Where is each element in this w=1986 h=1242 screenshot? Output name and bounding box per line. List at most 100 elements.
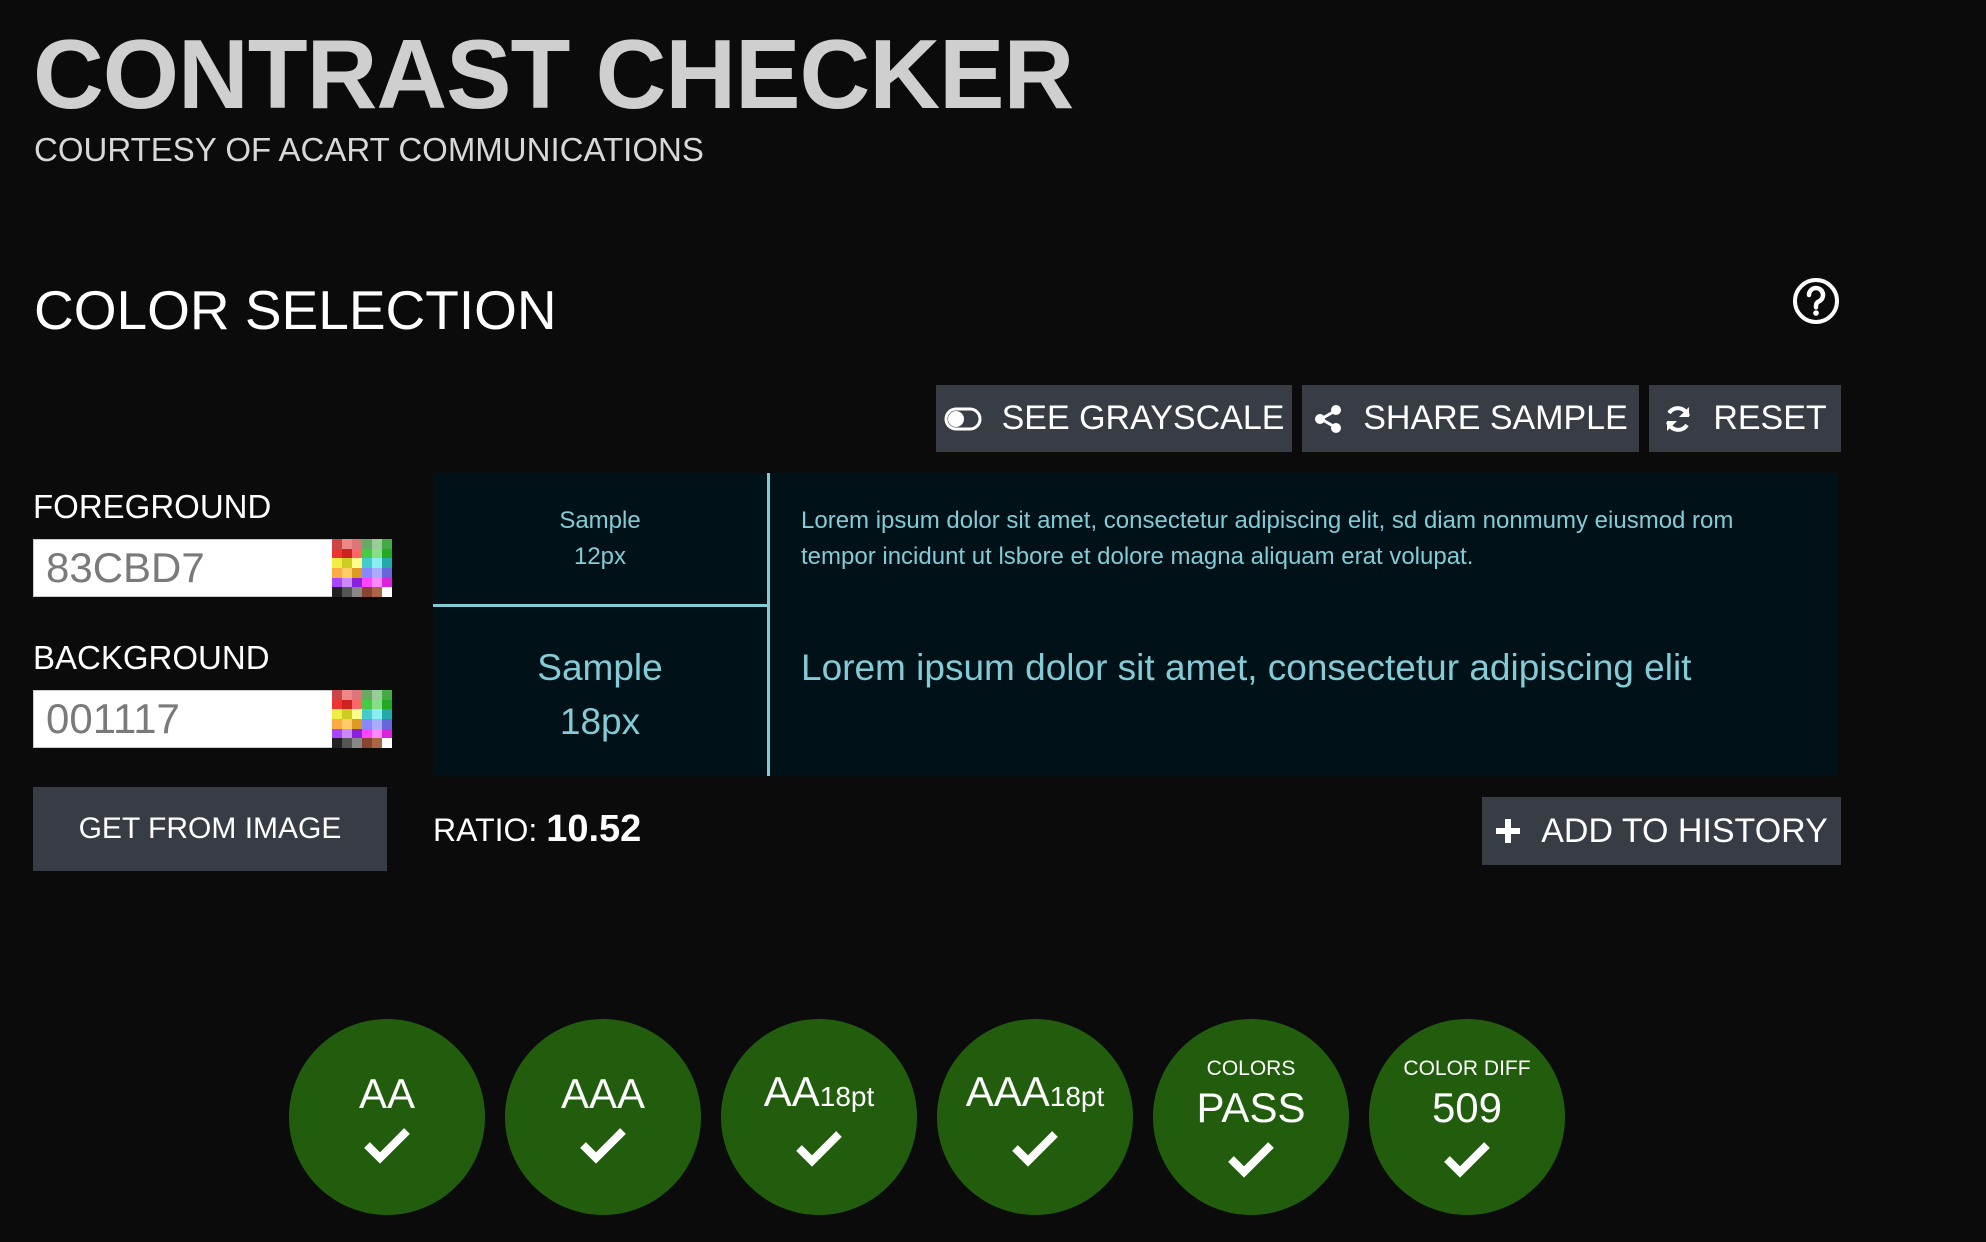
result-aaa-label: AAA [560,1070,646,1117]
palette-swatch [332,587,342,597]
palette-swatch [342,558,352,568]
reset-button[interactable]: RESET [1649,385,1841,452]
contrast-ratio: RATIO: 10.52 [433,808,641,851]
palette-swatch [362,699,372,710]
sample-18px-text: Lorem ipsum dolor sit amet, consectetur … [801,647,1692,688]
question-circle-icon[interactable] [1792,277,1840,325]
background-input[interactable] [33,690,333,748]
palette-swatch [382,548,392,559]
sample-12px-label: Sample 12px [559,507,641,570]
check-icon [580,1128,626,1164]
ratio-value: 10.52 [546,808,642,850]
background-label: BACKGROUND [33,639,270,676]
share-icon [1315,404,1342,433]
palette-swatch [332,690,342,700]
palette-swatch [332,709,342,719]
palette-swatch [352,539,362,549]
palette-swatch [342,719,352,729]
result-colors-label: PASS [1196,1084,1306,1131]
preview-horizontal-divider [433,604,767,607]
palette-swatch [342,548,352,559]
palette-swatch [372,709,382,719]
page-title: CONTRAST CHECKER [33,19,1074,129]
share-sample-button[interactable]: SHARE SAMPLE [1302,385,1639,452]
palette-swatch [352,577,362,588]
palette-swatch [382,709,392,719]
palette-swatch [382,690,392,700]
palette-swatch [332,548,342,559]
palette-swatch [352,587,362,597]
palette-swatch [342,690,352,700]
palette-swatch [342,728,352,739]
ratio-label: RATIO: [433,812,538,848]
result-aa-18pt-label: AA18pt [763,1067,875,1115]
palette-swatch [332,568,342,578]
palette-swatch [372,558,382,568]
palette-swatch [382,719,392,729]
palette-swatch [382,699,392,710]
foreground-label: FOREGROUND [33,488,272,525]
result-colors: COLORS PASS [1153,1019,1349,1215]
check-icon [1012,1130,1058,1167]
palette-swatch [382,587,392,597]
result-aa-label: AA [358,1070,416,1117]
palette-swatch [382,558,392,568]
palette-swatch [332,558,342,568]
palette-swatch [352,548,362,559]
result-aaa: AAA [505,1019,701,1215]
palette-swatch [382,728,392,739]
result-colors-caption: COLORS [1206,1057,1296,1080]
see-grayscale-button[interactable]: SEE GRAYSCALE [936,385,1292,452]
palette-swatch [362,548,372,559]
add-to-history-label: ADD TO HISTORY [1541,811,1828,850]
sample-18px-label: Sample 18px [537,647,663,742]
palette-swatch [362,558,372,568]
palette-swatch [372,699,382,710]
palette-swatch [362,728,372,739]
section-title: COLOR SELECTION [34,279,557,341]
background-palette-icon[interactable] [332,690,392,748]
palette-swatch [352,690,362,700]
palette-swatch [352,728,362,739]
preview-vertical-divider [767,473,770,776]
get-from-image-button[interactable]: GET FROM IMAGE [33,787,387,871]
palette-swatch [332,699,342,710]
palette-swatch [372,719,382,729]
palette-swatch [372,738,382,748]
palette-swatch [382,568,392,578]
foreground-palette-icon[interactable] [332,539,392,597]
toggle-icon [944,407,982,430]
result-color-diff: COLOR DIFF 509 [1369,1019,1565,1215]
palette-swatch [362,738,372,748]
sample-preview: Sample 12px Lorem ipsum dolor sit amet, … [433,473,1838,776]
see-grayscale-label: SEE GRAYSCALE [1001,399,1285,437]
palette-swatch [372,548,382,559]
palette-swatch [342,738,352,748]
check-icon [364,1128,410,1164]
palette-swatch [352,558,362,568]
palette-swatch [372,690,382,700]
palette-swatch [362,587,372,597]
palette-swatch [362,690,372,700]
foreground-input[interactable] [33,539,333,597]
palette-swatch [362,577,372,588]
palette-swatch [372,568,382,578]
palette-swatch [352,738,362,748]
palette-swatch [342,568,352,578]
check-icon [796,1130,842,1167]
palette-swatch [342,709,352,719]
palette-swatch [342,539,352,549]
plus-icon [1496,819,1521,843]
result-color-diff-value: 509 [1431,1084,1503,1131]
page-subtitle: COURTESY OF ACART COMMUNICATIONS [34,131,704,168]
palette-swatch [332,738,342,748]
refresh-icon [1666,405,1691,432]
add-to-history-button[interactable]: ADD TO HISTORY [1482,797,1841,865]
palette-swatch [342,577,352,588]
palette-swatch [332,728,342,739]
palette-swatch [332,539,342,549]
sample-12px-text: Lorem ipsum dolor sit amet, consectetur … [801,507,1734,570]
palette-swatch [362,539,372,549]
palette-swatch [362,568,372,578]
result-aaa-18pt-label: AAA18pt [965,1067,1105,1115]
